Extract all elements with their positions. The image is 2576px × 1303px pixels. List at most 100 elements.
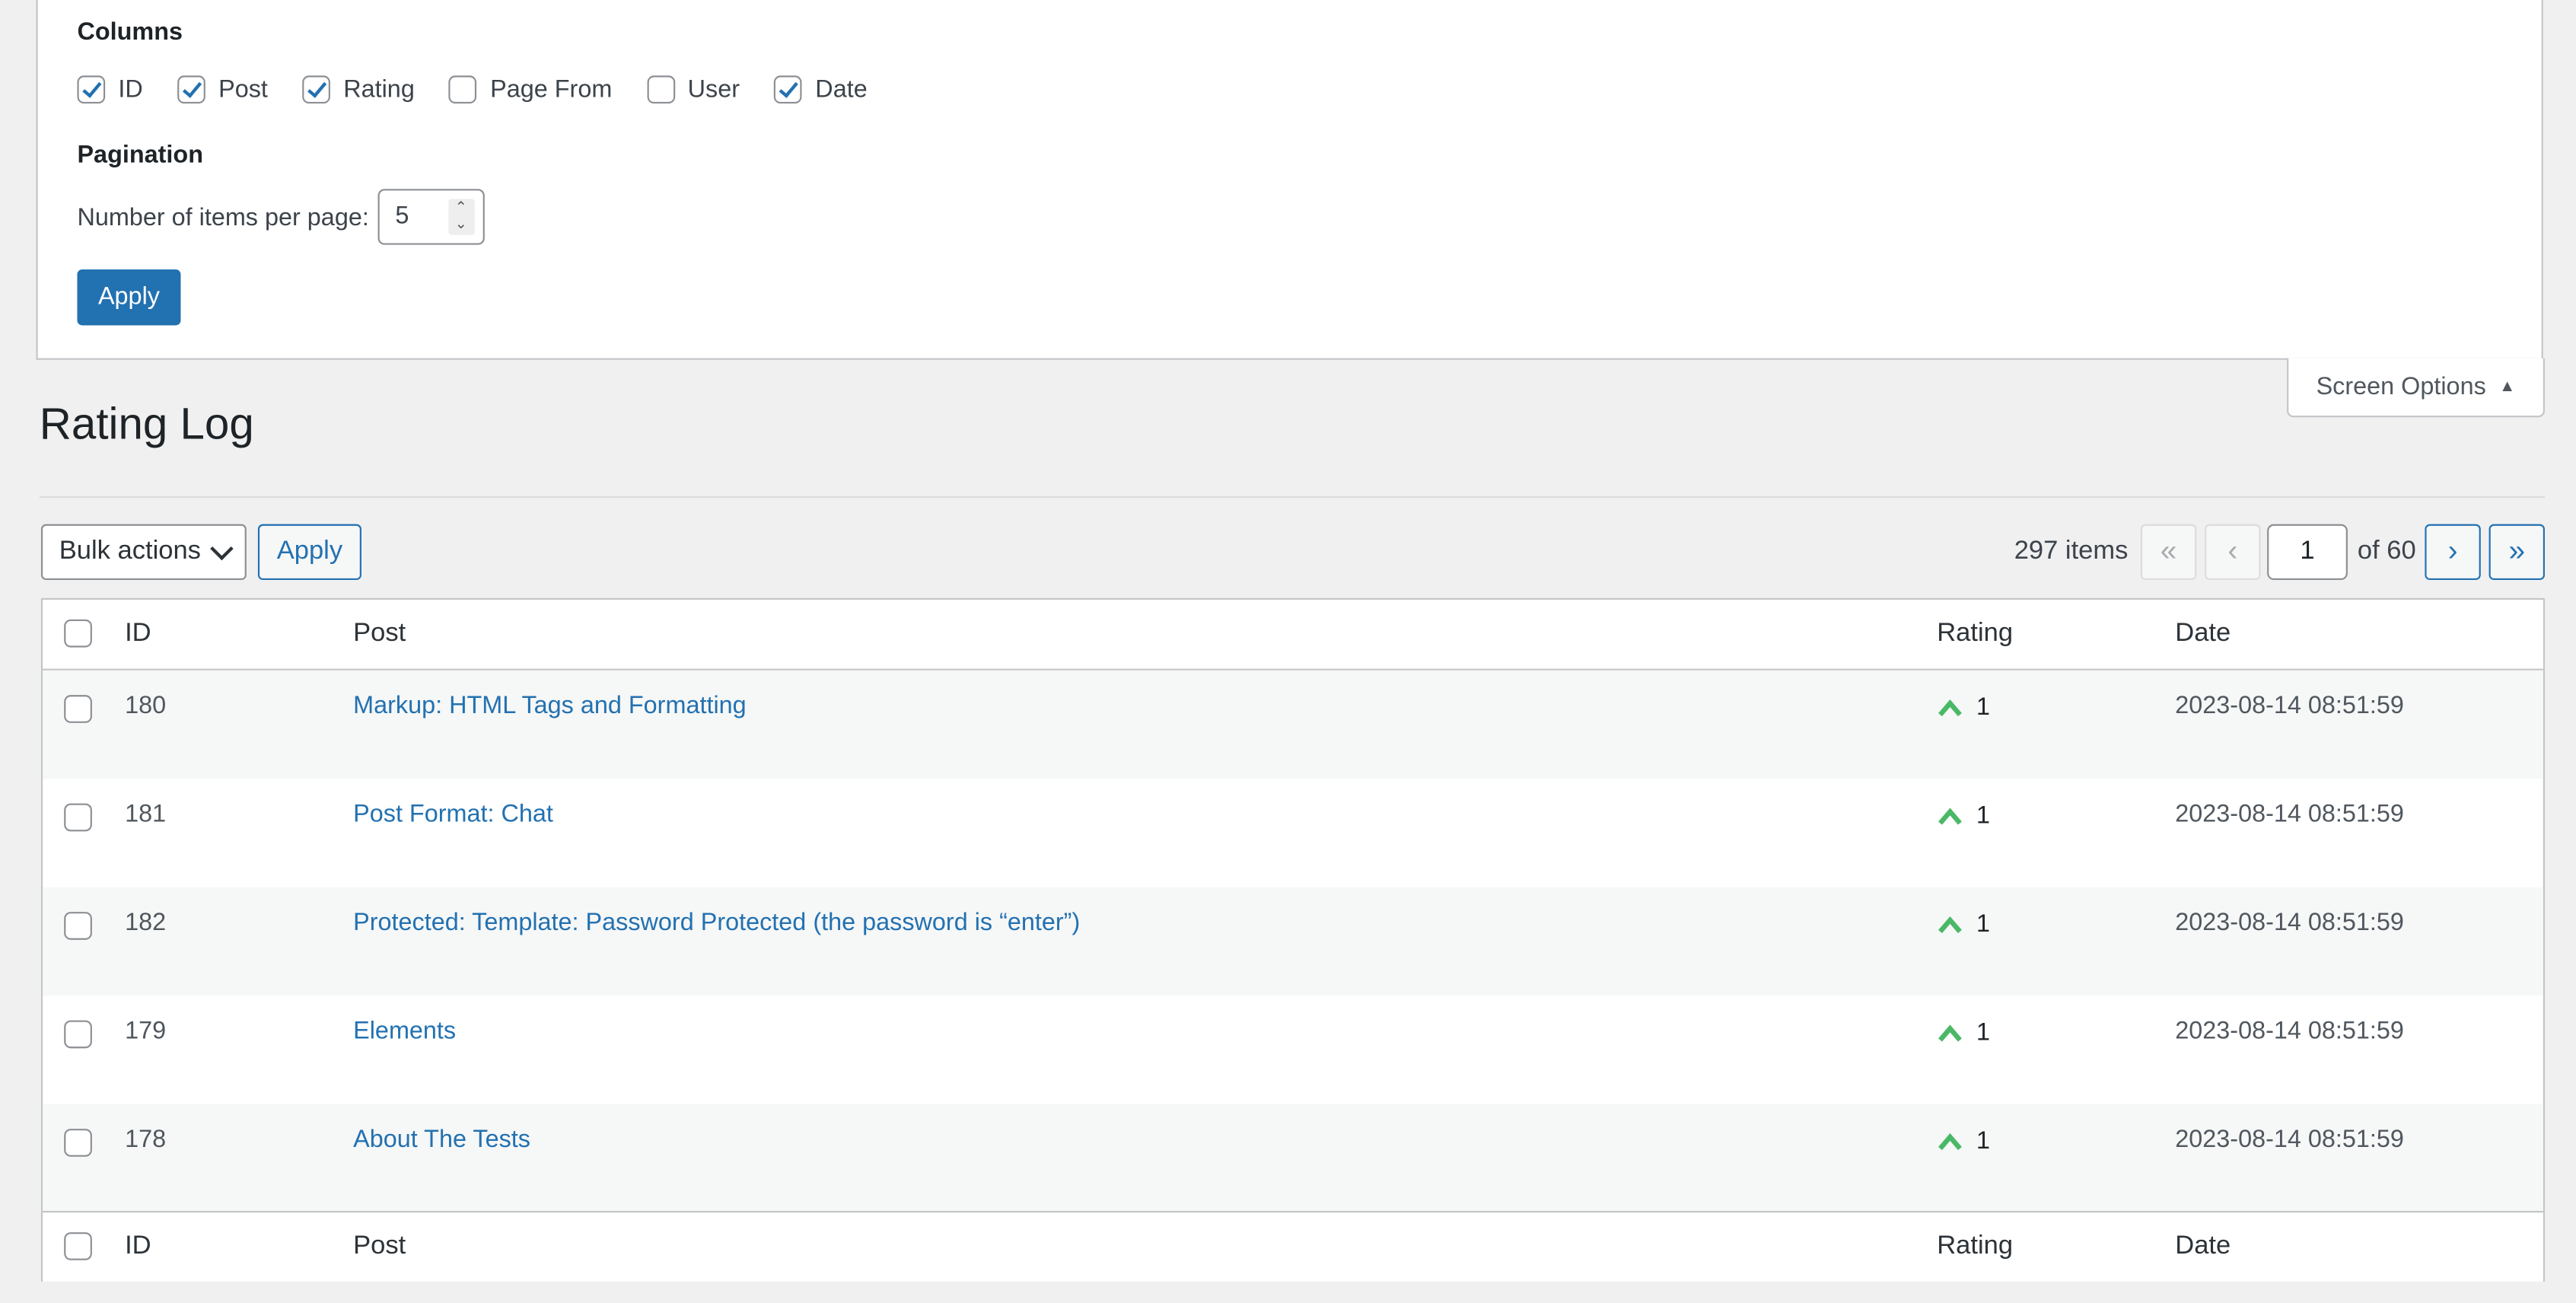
checkbox-date[interactable] xyxy=(774,75,803,104)
screen-options-tab-label: Screen Options xyxy=(2316,373,2486,401)
screen-options-toggle[interactable]: Screen Options ▲ xyxy=(2287,358,2545,418)
per-page-value: 5 xyxy=(395,202,409,231)
columns-list: ID Post Rating Page From User Date xyxy=(77,75,902,104)
items-count: 297 items xyxy=(2014,537,2129,565)
table-header: ID Post Rating Date xyxy=(43,599,2543,671)
table-row: 178 About The Tests 1 2023-08-14 08:51:5… xyxy=(43,1104,2543,1213)
column-toggle-rating[interactable]: Rating xyxy=(302,75,415,104)
row-post: About The Tests xyxy=(353,1126,530,1154)
current-page-input[interactable]: 1 xyxy=(2267,524,2348,581)
row-id: 178 xyxy=(125,1125,167,1154)
bulk-actions-select[interactable]: Bulk actions xyxy=(40,524,247,581)
per-page-input[interactable]: 5 ⌃ ⌄ xyxy=(377,189,484,245)
footer-post[interactable]: Post xyxy=(353,1212,406,1282)
columns-heading: Columns xyxy=(77,18,183,46)
rating-log-table: ID Post Rating Date 180 Markup: HTML Tag… xyxy=(40,597,2545,1282)
column-toggle-page-from[interactable]: Page From xyxy=(449,75,612,104)
footer-date[interactable]: Date xyxy=(2175,1212,2231,1282)
screen-options-panel: Columns ID Post Rating Page From User Da… xyxy=(36,0,2543,360)
table-footer: ID Post Rating Date xyxy=(43,1211,2543,1282)
row-id: 179 xyxy=(125,1017,167,1045)
post-link[interactable]: Post Format: Chat xyxy=(353,800,553,828)
row-rating: 1 xyxy=(1937,1127,1990,1155)
row-id: 182 xyxy=(125,908,167,937)
prev-page-button[interactable]: ‹ xyxy=(2205,524,2261,581)
bulk-actions-label: Bulk actions xyxy=(59,537,201,565)
row-id: 180 xyxy=(125,691,167,720)
checkbox-page-from[interactable] xyxy=(449,75,477,104)
thumb-up-arrow-icon xyxy=(1938,1132,1962,1150)
row-date: 2023-08-14 08:51:59 xyxy=(2175,1125,2404,1154)
screen-options-apply-button[interactable]: Apply xyxy=(77,269,181,326)
total-pages: of 60 xyxy=(2357,537,2416,565)
select-all-checkbox[interactable] xyxy=(64,619,92,648)
column-toggle-id[interactable]: ID xyxy=(77,75,143,104)
spinner-arrows-icon[interactable]: ⌃ ⌄ xyxy=(447,199,475,235)
rating-value: 1 xyxy=(1976,693,1991,722)
row-checkbox[interactable] xyxy=(64,1020,92,1049)
checkbox-user[interactable] xyxy=(646,75,675,104)
last-page-button[interactable]: » xyxy=(2488,524,2545,581)
row-post: Elements xyxy=(353,1017,456,1045)
row-rating: 1 xyxy=(1937,1018,1990,1047)
per-page-row: Number of items per page: 5 ⌃ ⌄ xyxy=(77,189,484,245)
footer-id[interactable]: ID xyxy=(125,1212,151,1282)
checkbox-id[interactable] xyxy=(77,75,106,104)
thumb-up-arrow-icon xyxy=(1938,698,1962,716)
header-date[interactable]: Date xyxy=(2175,600,2231,669)
table-row: 180 Markup: HTML Tags and Formatting 1 2… xyxy=(43,670,2543,779)
table-row: 181 Post Format: Chat 1 2023-08-14 08:51… xyxy=(43,779,2543,887)
rating-value: 1 xyxy=(1976,1018,1991,1047)
post-link[interactable]: Markup: HTML Tags and Formatting xyxy=(353,692,747,720)
rating-value: 1 xyxy=(1976,910,1991,938)
header-post[interactable]: Post xyxy=(353,600,406,669)
row-date: 2023-08-14 08:51:59 xyxy=(2175,800,2404,829)
triangle-up-icon: ▲ xyxy=(2499,378,2516,397)
post-link[interactable]: Protected: Template: Password Protected … xyxy=(353,909,1080,937)
row-checkbox[interactable] xyxy=(64,695,92,723)
thumb-up-arrow-icon xyxy=(1938,807,1962,824)
column-toggle-user[interactable]: User xyxy=(646,75,740,104)
row-checkbox[interactable] xyxy=(64,912,92,940)
header-id[interactable]: ID xyxy=(125,600,151,669)
column-label-post: Post xyxy=(218,75,268,104)
column-label-user: User xyxy=(687,75,740,104)
next-page-button[interactable]: › xyxy=(2425,524,2481,581)
checkbox-post[interactable] xyxy=(177,75,205,104)
pagination-heading: Pagination xyxy=(77,141,203,170)
post-link[interactable]: About The Tests xyxy=(353,1126,530,1154)
column-toggle-date[interactable]: Date xyxy=(774,75,868,104)
row-rating: 1 xyxy=(1937,910,1990,938)
first-page-button[interactable]: « xyxy=(2140,524,2197,581)
row-date: 2023-08-14 08:51:59 xyxy=(2175,1017,2404,1045)
rating-value: 1 xyxy=(1976,801,1991,830)
header-rating[interactable]: Rating xyxy=(1937,600,2013,669)
thumb-up-arrow-icon xyxy=(1938,1024,1962,1041)
checkbox-rating[interactable] xyxy=(302,75,330,104)
footer-rating[interactable]: Rating xyxy=(1937,1212,2013,1282)
thumb-up-arrow-icon xyxy=(1938,915,1962,933)
post-link[interactable]: Elements xyxy=(353,1017,456,1045)
stage: Columns ID Post Rating Page From User Da… xyxy=(0,0,2576,1303)
row-post: Protected: Template: Password Protected … xyxy=(353,909,1080,937)
bulk-apply-button[interactable]: Apply xyxy=(257,524,361,581)
column-label-id: ID xyxy=(118,75,143,104)
row-checkbox[interactable] xyxy=(64,803,92,832)
select-all-checkbox-footer[interactable] xyxy=(64,1232,92,1260)
row-rating: 1 xyxy=(1937,801,1990,830)
chevron-down-icon xyxy=(210,537,234,561)
per-page-label: Number of items per page: xyxy=(77,202,369,231)
row-post: Post Format: Chat xyxy=(353,800,553,828)
row-id: 181 xyxy=(125,800,167,829)
table-row: 179 Elements 1 2023-08-14 08:51:59 xyxy=(43,996,2543,1104)
row-date: 2023-08-14 08:51:59 xyxy=(2175,908,2404,937)
column-toggle-post[interactable]: Post xyxy=(177,75,268,104)
row-checkbox[interactable] xyxy=(64,1129,92,1157)
divider xyxy=(39,495,2545,499)
column-label-rating: Rating xyxy=(343,75,415,104)
row-date: 2023-08-14 08:51:59 xyxy=(2175,691,2404,720)
page-title: Rating Log xyxy=(39,399,254,449)
table-row: 182 Protected: Template: Password Protec… xyxy=(43,887,2543,996)
row-rating: 1 xyxy=(1937,693,1990,722)
row-post: Markup: HTML Tags and Formatting xyxy=(353,692,747,720)
